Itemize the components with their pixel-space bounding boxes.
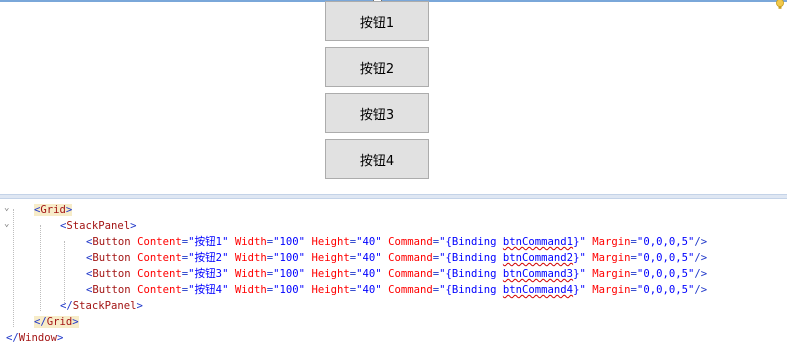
indent-guide — [40, 225, 41, 311]
lightbulb-icon[interactable] — [773, 0, 787, 11]
fold-stackpanel-icon[interactable]: ⌄ — [4, 220, 12, 229]
designer-button-1[interactable]: 按钮1 — [325, 1, 429, 41]
code-line-button-1[interactable]: <Button Content="按钮1" Width="100" Height… — [86, 234, 707, 250]
xaml-editor[interactable]: ⌄ ⌄ <Grid> <StackPanel> <Button Content=… — [0, 199, 787, 359]
code-line-button-4[interactable]: <Button Content="按钮4" Width="100" Height… — [86, 282, 707, 298]
code-line-window-close[interactable]: </Window> — [6, 330, 63, 346]
designer-button-4[interactable]: 按钮4 — [325, 139, 429, 179]
code-line-button-3[interactable]: <Button Content="按钮3" Width="100" Height… — [86, 266, 707, 282]
designer-surface[interactable]: 按钮1 按钮2 按钮3 按钮4 — [0, 0, 787, 194]
designer-button-3[interactable]: 按钮3 — [325, 93, 429, 133]
code-line-grid-close[interactable]: </Grid> — [34, 314, 79, 330]
code-line-button-2[interactable]: <Button Content="按钮2" Width="100" Height… — [86, 250, 707, 266]
code-line-grid-open[interactable]: <Grid> — [34, 202, 73, 218]
indent-guide — [64, 241, 65, 305]
designer-button-2[interactable]: 按钮2 — [325, 47, 429, 87]
fold-grid-icon[interactable]: ⌄ — [4, 204, 12, 213]
indent-guide — [13, 209, 14, 327]
designer-stackpanel: 按钮1 按钮2 按钮3 按钮4 — [325, 1, 431, 185]
code-line-stackpanel-open[interactable]: <StackPanel> — [60, 218, 137, 234]
code-line-stackpanel-close[interactable]: </StackPanel> — [60, 298, 143, 314]
